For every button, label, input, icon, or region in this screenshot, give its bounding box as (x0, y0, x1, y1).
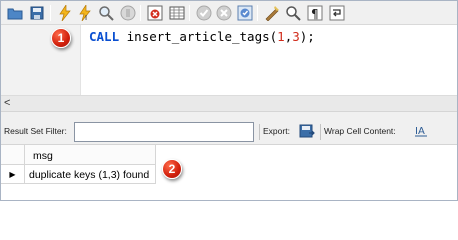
grid-header-row: msg (1, 145, 457, 165)
export-label: Export: (263, 126, 290, 136)
result-filter-label: Result Set Filter: (4, 126, 67, 136)
toolbar-separator (320, 124, 321, 140)
editor-horizontal-scrollbar[interactable]: < (1, 95, 457, 111)
grid-corner[interactable] (1, 145, 25, 165)
wrap-icon[interactable] (328, 4, 346, 22)
svg-text:¶: ¶ (311, 7, 319, 21)
result-toolbar: Result Set Filter: Export: Wrap Cell Con… (1, 111, 457, 145)
toolbar-separator (257, 5, 258, 21)
sql-editor[interactable]: 1 CALL insert_article_tags(1,3); (1, 25, 457, 95)
svg-text:IA: IA (415, 126, 425, 137)
toolbar-separator (189, 5, 190, 21)
sql-keyword: CALL (89, 29, 120, 44)
svg-text:I: I (85, 14, 87, 21)
toggle-results-icon[interactable] (146, 4, 164, 22)
save-icon[interactable] (28, 4, 46, 22)
commit-icon[interactable] (195, 4, 213, 22)
procedure-name: insert_article_tags (126, 29, 270, 44)
execute-icon[interactable] (56, 4, 74, 22)
rollback-icon[interactable] (215, 4, 233, 22)
sql-statement[interactable]: CALL insert_article_tags(1,3); (89, 29, 315, 44)
close-paren: ); (299, 29, 315, 44)
table-row[interactable]: ▶ duplicate keys (1,3) found (1, 165, 457, 184)
grid-icon[interactable] (168, 4, 186, 22)
column-header-msg[interactable]: msg (25, 145, 156, 165)
find-icon[interactable] (284, 4, 302, 22)
step-badge-1: 1 (51, 28, 71, 48)
toolbar-separator (140, 5, 141, 21)
explain-icon[interactable] (97, 4, 115, 22)
execute-current-icon[interactable]: I (76, 4, 94, 22)
beautify-icon[interactable] (263, 4, 281, 22)
toolbar-separator (50, 5, 51, 21)
wrap-cell-icon[interactable]: IA (414, 124, 428, 141)
toolbar-separator (259, 124, 260, 140)
msg-cell[interactable]: duplicate keys (1,3) found (25, 165, 156, 184)
export-icon[interactable] (299, 123, 315, 142)
row-pointer-icon[interactable]: ▶ (1, 165, 25, 184)
result-grid: msg ▶ duplicate keys (1,3) found 2 (1, 145, 457, 200)
open-icon[interactable] (6, 4, 24, 22)
sql-editor-toolbar: I ¶ (1, 1, 457, 25)
wrap-cell-content-label: Wrap Cell Content: (324, 126, 396, 136)
autocommit-icon[interactable] (236, 4, 254, 22)
invisible-chars-icon[interactable]: ¶ (306, 4, 324, 22)
argument-1: 1 (277, 29, 285, 44)
scroll-left-icon[interactable]: < (4, 97, 10, 109)
step-badge-2: 2 (162, 159, 182, 179)
argument-2: 3 (292, 29, 300, 44)
result-filter-input[interactable] (74, 122, 254, 142)
stop-icon[interactable] (119, 4, 137, 22)
